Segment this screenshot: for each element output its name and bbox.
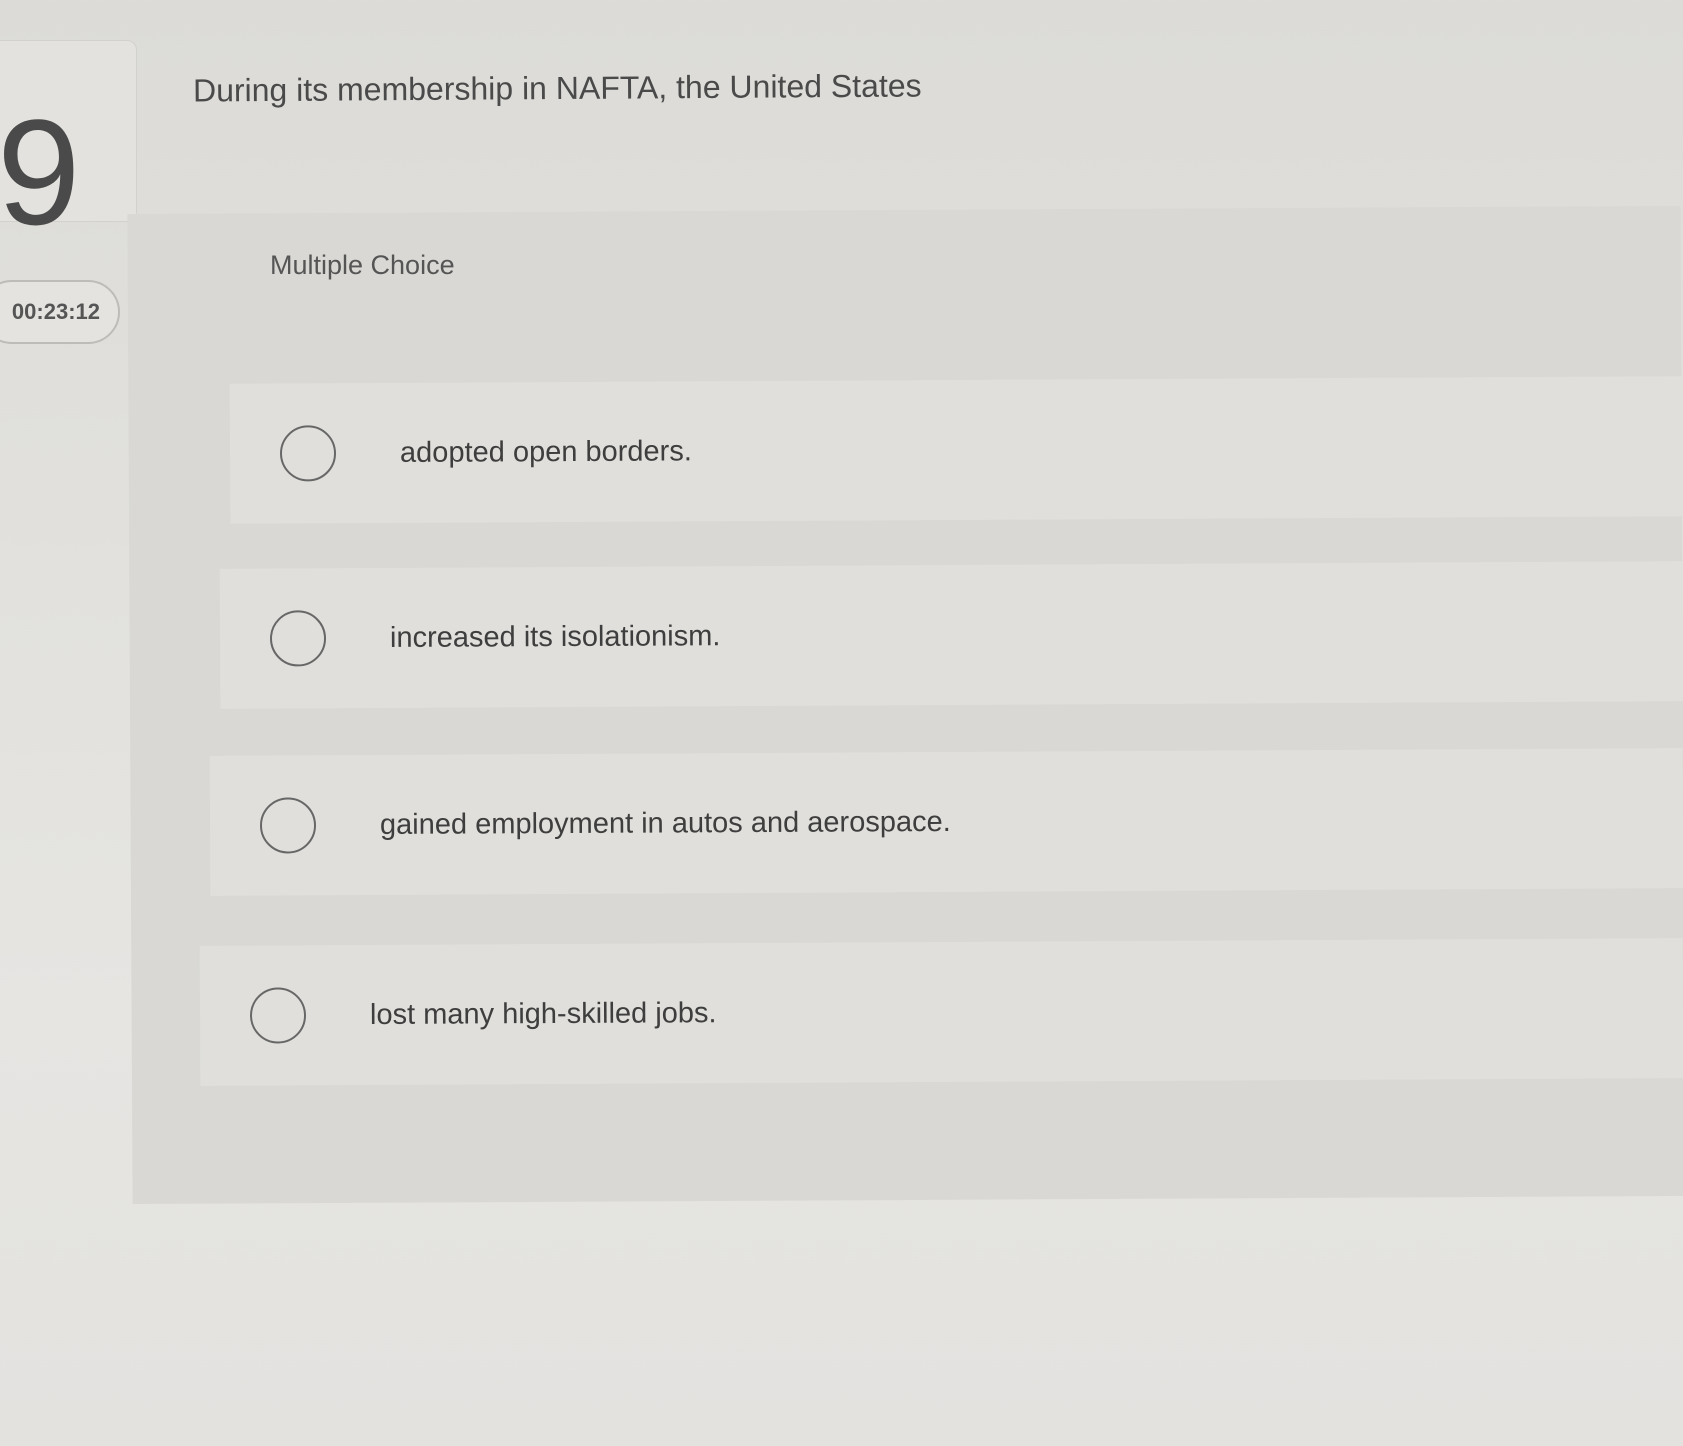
answer-option-label: gained employment in autos and aerospace… bbox=[379, 805, 951, 841]
answer-option-4[interactable]: lost many high-skilled jobs. bbox=[199, 938, 1683, 1086]
radio-button-icon[interactable] bbox=[279, 425, 337, 482]
timer-value: 00:23:12 bbox=[11, 299, 100, 324]
answer-option-1[interactable]: adopted open borders. bbox=[229, 376, 1683, 524]
question-number: 9 bbox=[0, 88, 81, 256]
timer-badge: 00:23:12 bbox=[0, 280, 120, 344]
radio-button-icon[interactable] bbox=[259, 797, 317, 854]
radio-button-icon[interactable] bbox=[249, 987, 307, 1044]
question-number-box: 9 bbox=[0, 40, 137, 247]
answer-option-2[interactable]: increased its isolationism. bbox=[219, 561, 1683, 709]
question-type-label: Multiple Choice bbox=[270, 250, 455, 280]
question-prompt: During its membership in NAFTA, the Unit… bbox=[192, 67, 922, 109]
answer-option-label: lost many high-skilled jobs. bbox=[369, 996, 717, 1031]
quiz-page: 9 00:23:12 During its membership in NAFT… bbox=[0, 0, 1683, 1446]
answer-option-label: adopted open borders. bbox=[399, 434, 692, 469]
answer-option-label: increased its isolationism. bbox=[389, 619, 721, 654]
answer-option-3[interactable]: gained employment in autos and aerospace… bbox=[209, 748, 1683, 896]
radio-button-icon[interactable] bbox=[269, 610, 327, 667]
